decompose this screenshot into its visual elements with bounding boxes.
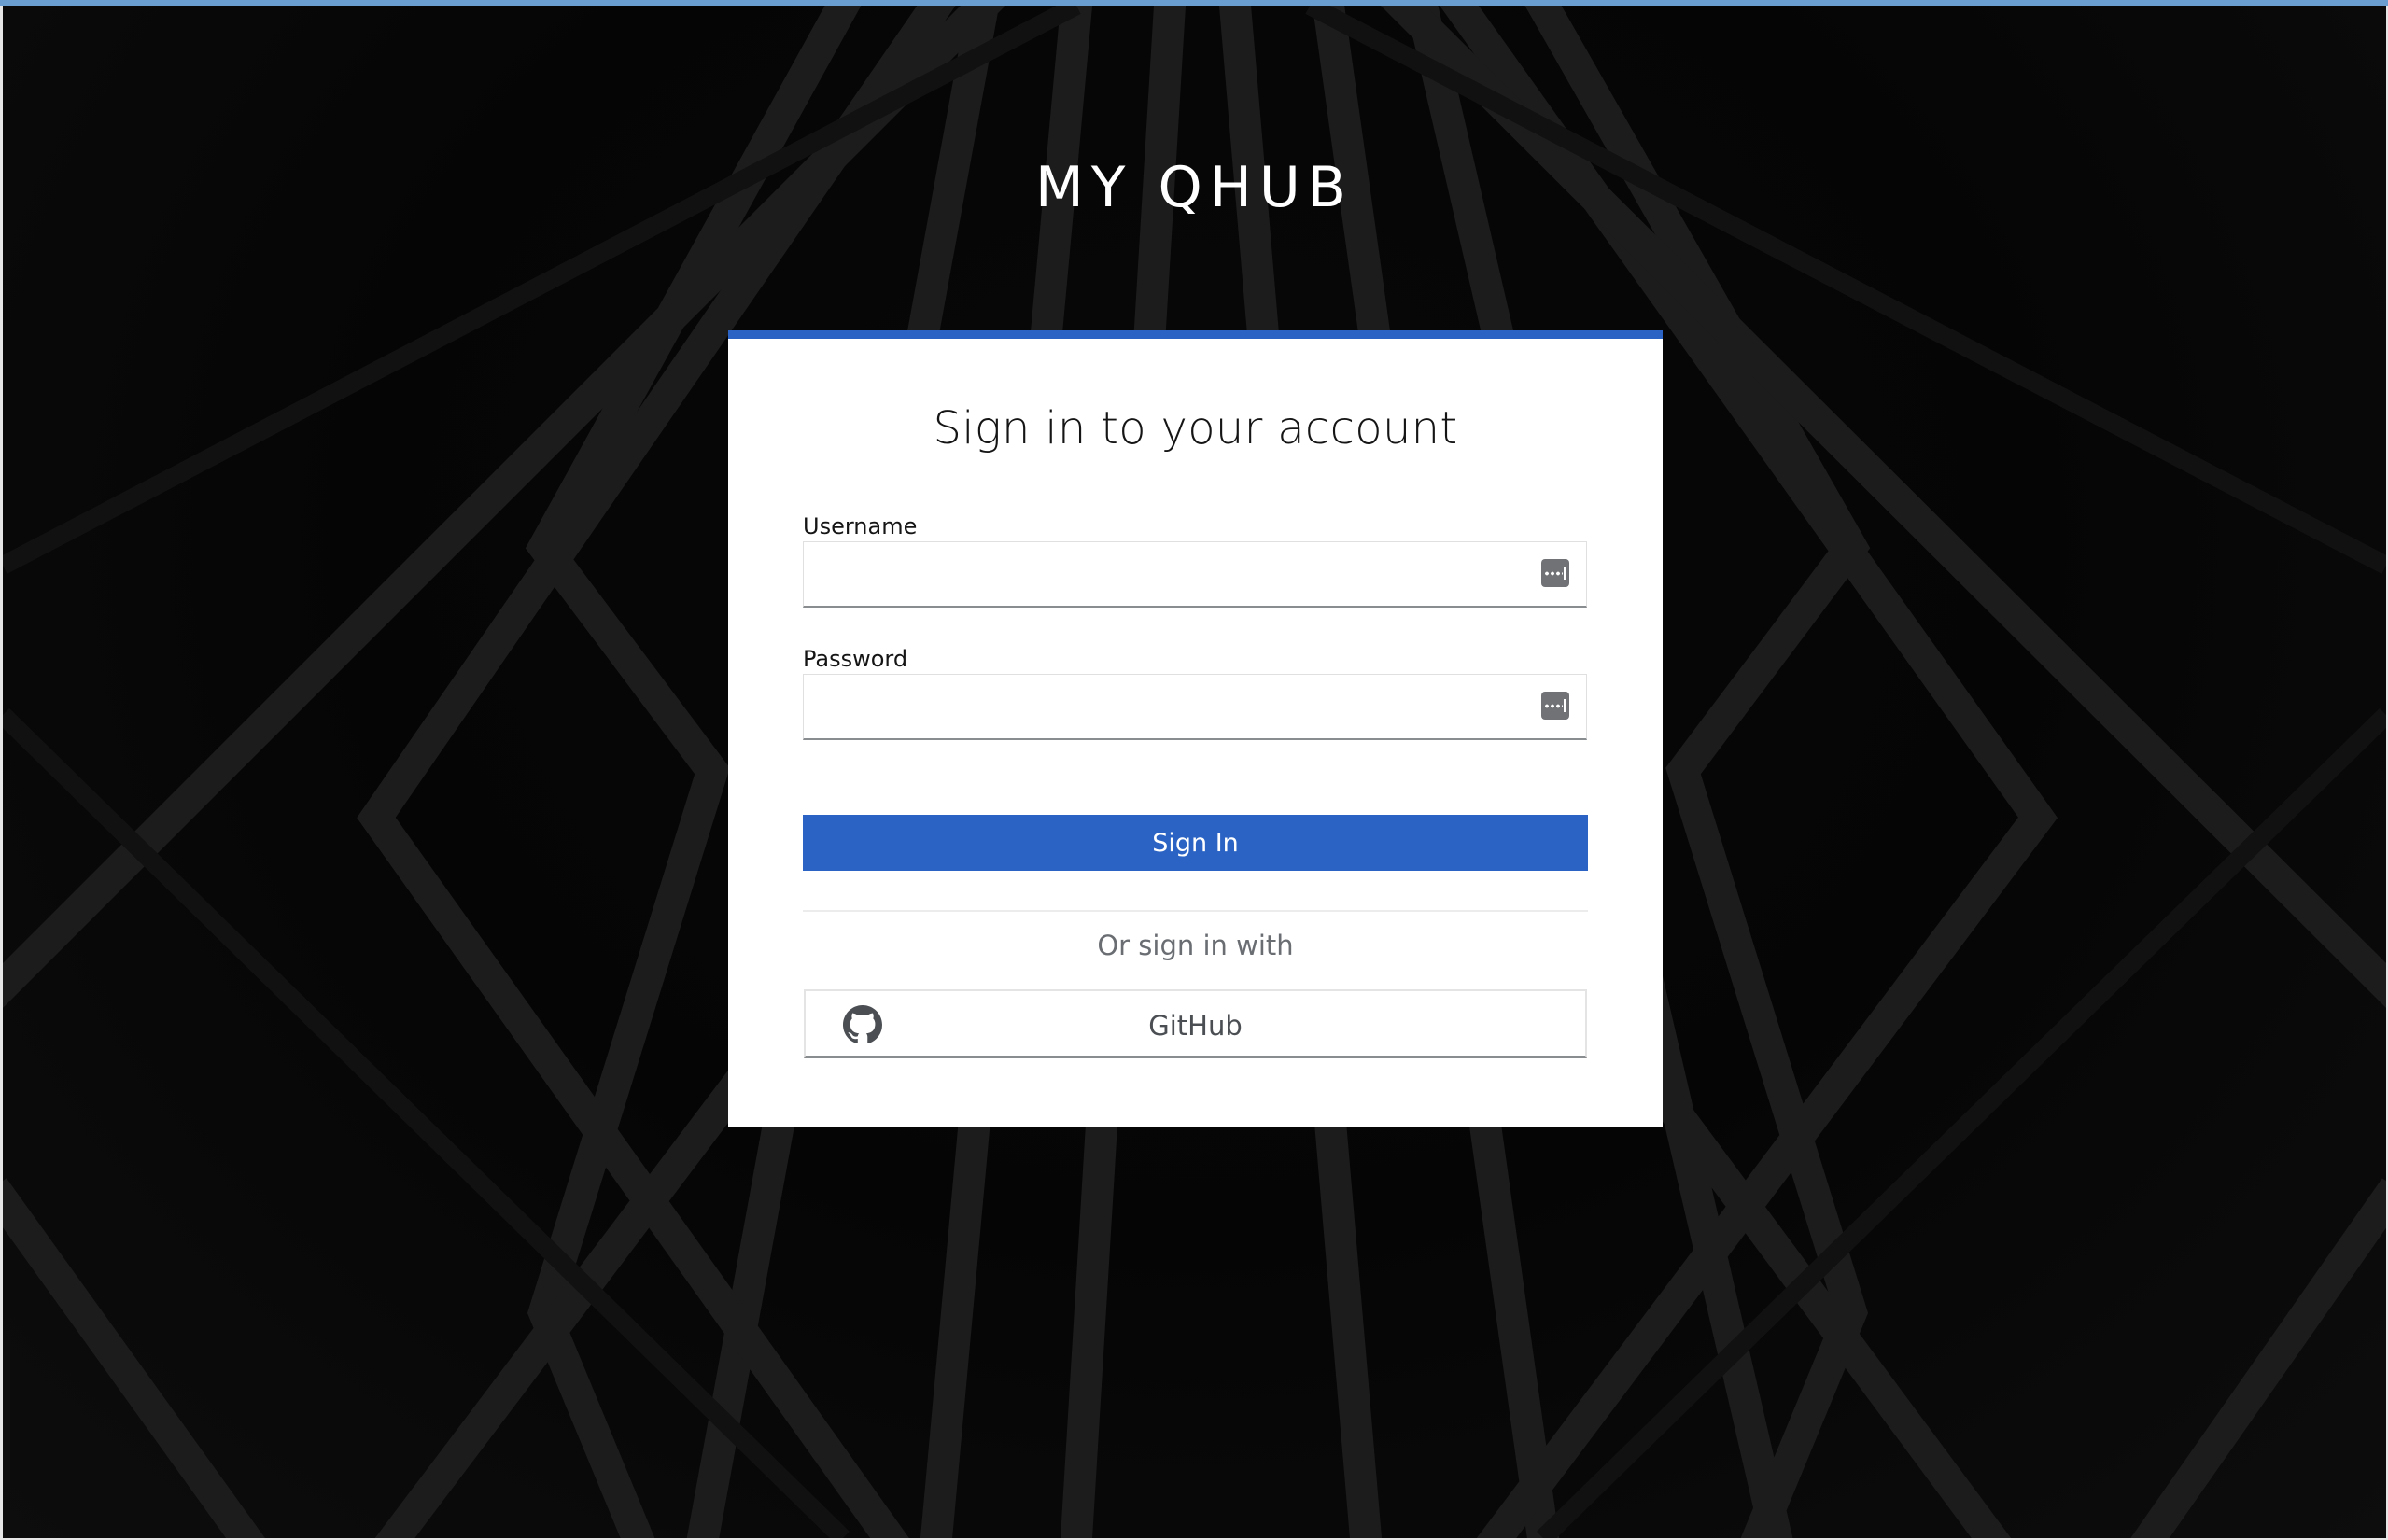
login-page-background: MY QHUB Sign in to your account Username…	[3, 6, 2386, 1538]
dots-glyph	[1544, 704, 1563, 708]
dots-glyph	[1544, 571, 1563, 576]
brand-title: MY QHUB	[1035, 155, 1354, 220]
password-manager-key-icon[interactable]	[1541, 559, 1569, 587]
password-input[interactable]	[804, 675, 1513, 738]
github-label: GitHub	[1148, 1010, 1243, 1042]
divider	[803, 910, 1588, 912]
sign-in-button[interactable]: Sign In	[803, 815, 1588, 871]
login-heading: Sign in to your account	[933, 402, 1458, 455]
caret-glyph	[1564, 699, 1566, 712]
browser-window: MY QHUB Sign in to your account Username…	[0, 0, 2388, 1540]
username-label: Username	[803, 513, 918, 539]
username-input[interactable]	[804, 542, 1513, 606]
caret-glyph	[1564, 567, 1566, 580]
login-card: Sign in to your account Username Passwor…	[728, 330, 1663, 1127]
username-field-wrapper	[803, 541, 1587, 608]
alternate-sign-in-text: Or sign in with	[1097, 930, 1294, 961]
password-field-wrapper	[803, 674, 1587, 740]
github-sign-in-button[interactable]: GitHub	[804, 989, 1587, 1058]
password-label: Password	[803, 646, 908, 672]
password-manager-key-icon[interactable]	[1541, 692, 1569, 720]
